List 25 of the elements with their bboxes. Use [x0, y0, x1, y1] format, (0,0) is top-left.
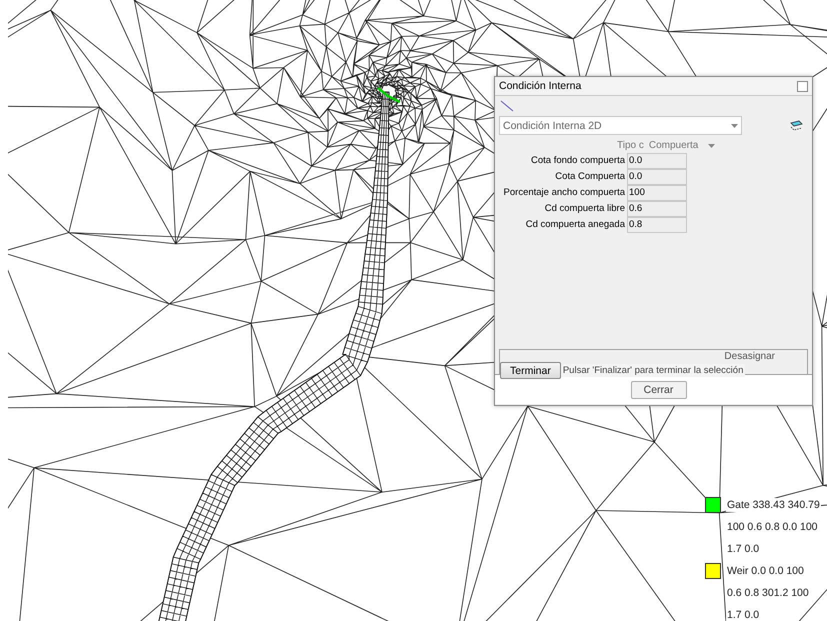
- field-label: Cota fondo compuerta: [530, 154, 625, 168]
- legend-text: Gate 338.43 340.79: [726, 498, 821, 512]
- tab[interactable]: Desasignar: [724, 351, 775, 362]
- tipo-label: Tipo c: [617, 140, 644, 151]
- field-label: Cd compuerta libre: [544, 202, 625, 216]
- input-field[interactable]: 0.0: [627, 169, 687, 185]
- field-label: Porcentaje ancho compuerta: [502, 186, 625, 200]
- close-icon[interactable]: [797, 80, 808, 92]
- close-button[interactable]: Cerrar: [630, 380, 686, 398]
- input-field[interactable]: 0.0: [627, 153, 687, 169]
- legend-text: 1.7 0.0: [726, 608, 760, 621]
- type-dropdown[interactable]: Condición Interna 2D: [499, 116, 742, 135]
- tipo-dropdown[interactable]: Compuerta: [648, 140, 716, 151]
- tooltip: Pulsar 'Finalizar' para terminar la selección: [560, 364, 746, 377]
- line-icon[interactable]: [500, 100, 514, 112]
- field-label: Cota Compuerta: [554, 170, 625, 184]
- caret-icon: [731, 124, 738, 128]
- input-field[interactable]: 0.8: [627, 217, 687, 233]
- field-label: Cd compuerta anegada: [524, 218, 625, 232]
- caret-icon: [708, 144, 716, 148]
- input-field[interactable]: 0.6: [627, 201, 687, 217]
- window-title: Condición Interna: [499, 80, 582, 92]
- terminar-button[interactable]: Terminar: [500, 362, 561, 379]
- layers-icon[interactable]: [788, 118, 804, 132]
- input-field[interactable]: 100: [627, 185, 687, 201]
